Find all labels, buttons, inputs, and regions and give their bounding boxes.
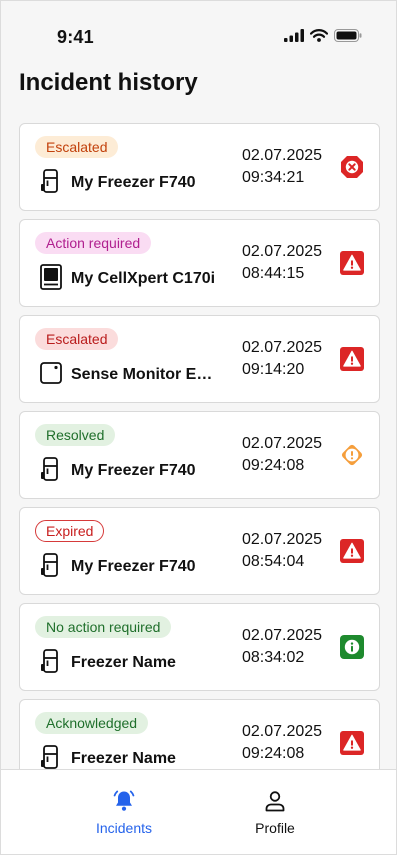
status-badge: Acknowledged [35,712,149,734]
incident-card[interactable]: Escalated Sense Monitor ESS... 02.07.202… [19,315,380,403]
device-name: My CellXpert C170i [71,270,216,287]
device-name: Freezer Name [71,750,176,767]
bottom-navigation: Incidents Profile [1,769,396,854]
incident-time: 08:34:02 [242,649,305,666]
status-time: 9:41 [57,27,94,47]
incident-date: 02.07.2025 [242,723,323,740]
incident-card[interactable]: Resolved My Freezer F740 02.07.2025 09:2… [19,411,380,499]
battery-icon [334,29,362,42]
freezer-icon [39,648,63,674]
info-icon [340,635,364,659]
device-name: My Freezer F740 [71,558,196,575]
cellular-signal-icon [284,29,304,42]
nav-label: Incidents [95,820,153,836]
error-icon [340,155,364,179]
nav-label: Profile [255,820,295,836]
freezer-icon [39,744,63,770]
status-icons [284,29,362,42]
incident-list: Escalated My Freezer F740 02.07.2025 09:… [19,123,380,795]
nav-item-profile[interactable]: Profile [205,770,345,854]
incident-time: 08:44:15 [242,265,305,282]
incident-time: 09:14:20 [242,361,305,378]
app-screen: 9:41 Incident history Escalated My Freez… [0,0,397,855]
warning-icon [340,347,364,371]
warning-icon [340,539,364,563]
incident-date: 02.07.2025 [242,627,323,644]
incident-card[interactable]: Action required My CellXpert C170i 02.07… [19,219,380,307]
status-badge: No action required [35,616,172,638]
nav-item-incidents[interactable]: Incidents [54,770,194,854]
incubator-icon [39,264,63,290]
device-name: Freezer Name [71,654,176,671]
incident-date: 02.07.2025 [242,339,323,356]
sensor-icon [39,360,63,386]
freezer-icon [39,456,63,482]
freezer-icon [39,168,63,194]
incident-card[interactable]: Escalated My Freezer F740 02.07.2025 09:… [19,123,380,211]
bell-icon [111,788,137,814]
incident-card[interactable]: Expired My Freezer F740 02.07.2025 08:54… [19,507,380,595]
person-icon [262,788,288,814]
status-badge: Escalated [35,136,119,158]
incident-date: 02.07.2025 [242,147,323,164]
incident-date: 02.07.2025 [242,243,323,260]
incident-time: 09:34:21 [242,169,305,186]
warning-icon [340,251,364,275]
status-badge: Resolved [35,424,116,446]
status-bar: 9:41 [1,1,396,71]
status-badge: Action required [35,232,152,254]
caution-icon [340,443,364,467]
device-name: My Freezer F740 [71,174,196,191]
page-title: Incident history [19,69,198,96]
wifi-icon [310,29,328,42]
incident-date: 02.07.2025 [242,435,323,452]
incident-time: 08:54:04 [242,553,305,570]
incident-time: 09:24:08 [242,745,305,762]
incident-card[interactable]: No action required Freezer Name 02.07.20… [19,603,380,691]
incident-date: 02.07.2025 [242,531,323,548]
status-badge: Expired [35,520,105,542]
warning-icon [340,731,364,755]
device-name: Sense Monitor ESS... [71,366,223,383]
status-badge: Escalated [35,328,119,350]
incident-time: 09:24:08 [242,457,305,474]
freezer-icon [39,552,63,578]
device-name: My Freezer F740 [71,462,196,479]
